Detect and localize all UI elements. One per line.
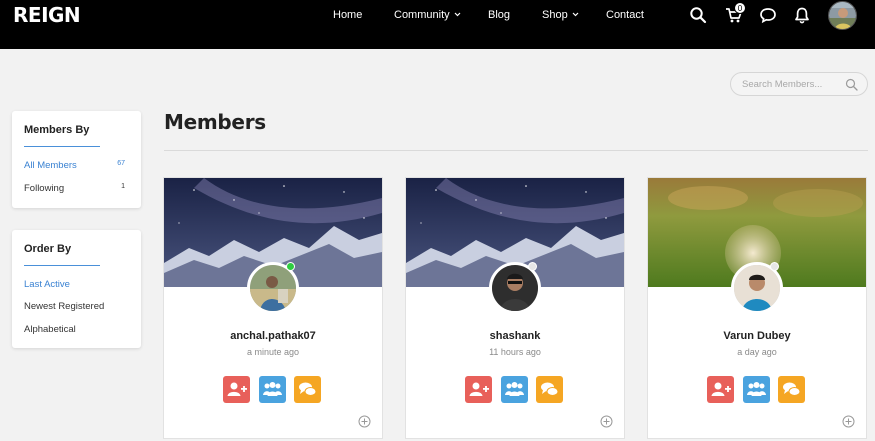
nav-shop-label: Shop <box>542 9 568 21</box>
last-active-text: 11 hours ago <box>489 347 541 357</box>
user-avatar[interactable] <box>828 1 857 30</box>
search-icon[interactable] <box>845 78 858 91</box>
more-options-icon[interactable] <box>842 415 855 428</box>
nav-community[interactable]: Community <box>394 9 461 21</box>
member-actions <box>465 376 565 403</box>
nav-blog[interactable]: Blog <box>488 9 510 21</box>
member-search <box>730 72 868 96</box>
add-friend-icon <box>227 382 247 396</box>
message-button[interactable] <box>778 376 805 403</box>
member-actions <box>707 376 807 403</box>
group-icon <box>505 382 524 396</box>
groups-button[interactable] <box>743 376 770 403</box>
site-header: REIGN Home Community Blog Shop Contact 0 <box>0 0 875 49</box>
add-friend-button[interactable] <box>465 376 492 403</box>
nav-community-label: Community <box>394 9 450 21</box>
more-options-icon[interactable] <box>600 415 613 428</box>
add-friend-icon <box>469 382 489 396</box>
message-button[interactable] <box>294 376 321 403</box>
bell-icon[interactable] <box>793 6 811 24</box>
following-count: 1 <box>121 183 125 190</box>
all-members-count: 67 <box>117 160 125 167</box>
filter-following[interactable]: Following <box>24 183 64 194</box>
last-active-text: a day ago <box>737 347 777 357</box>
member-card: anchal.pathak07 a minute ago <box>163 177 383 439</box>
online-status-indicator <box>286 262 295 271</box>
order-by-widget: Order By Last Active Newest Registered A… <box>12 230 141 348</box>
chevron-down-icon <box>572 8 579 20</box>
members-by-widget: Members By All Members 67 Following 1 <box>12 111 141 208</box>
title-underline <box>24 146 100 147</box>
message-icon <box>541 382 559 396</box>
filter-all-members[interactable]: All Members <box>24 160 77 171</box>
divider <box>164 150 868 151</box>
offline-status-indicator <box>528 262 537 271</box>
member-name[interactable]: shashank <box>406 330 624 342</box>
member-name[interactable]: Varun Dubey <box>648 330 866 342</box>
group-icon <box>263 382 282 396</box>
nav-blog-label: Blog <box>488 9 511 21</box>
member-card: shashank 11 hours ago <box>405 177 625 439</box>
chat-icon[interactable] <box>759 6 777 24</box>
group-icon <box>747 382 766 396</box>
order-alphabetical[interactable]: Alphabetical <box>24 324 76 335</box>
add-friend-button[interactable] <box>223 376 250 403</box>
add-friend-button[interactable] <box>707 376 734 403</box>
nav-home-label: Home <box>333 9 363 21</box>
member-card: Varun Dubey a day ago <box>647 177 867 439</box>
member-name[interactable]: anchal.pathak07 <box>164 330 382 342</box>
nav-home[interactable]: Home <box>333 9 362 21</box>
groups-button[interactable] <box>259 376 286 403</box>
search-input[interactable] <box>742 77 842 92</box>
nav-contact-label: Contact <box>606 9 644 21</box>
nav-shop[interactable]: Shop <box>542 9 579 21</box>
member-actions <box>223 376 323 403</box>
add-friend-icon <box>711 382 731 396</box>
order-last-active[interactable]: Last Active <box>24 279 70 290</box>
site-logo[interactable]: REIGN <box>13 3 81 27</box>
message-icon <box>299 382 317 396</box>
title-underline <box>24 265 100 266</box>
last-active-text: a minute ago <box>246 347 300 357</box>
widget-title: Members By <box>24 124 90 136</box>
cart-count-badge: 0 <box>734 2 746 14</box>
offline-status-indicator <box>770 262 779 271</box>
message-icon <box>783 382 801 396</box>
search-icon[interactable] <box>689 6 707 24</box>
chevron-down-icon <box>454 8 461 20</box>
order-newest-registered[interactable]: Newest Registered <box>24 301 104 312</box>
nav-contact[interactable]: Contact <box>606 9 644 21</box>
page-title: Members <box>164 110 266 134</box>
more-options-icon[interactable] <box>358 415 371 428</box>
widget-title: Order By <box>24 243 72 255</box>
message-button[interactable] <box>536 376 563 403</box>
cart-icon[interactable]: 0 <box>725 2 746 24</box>
groups-button[interactable] <box>501 376 528 403</box>
